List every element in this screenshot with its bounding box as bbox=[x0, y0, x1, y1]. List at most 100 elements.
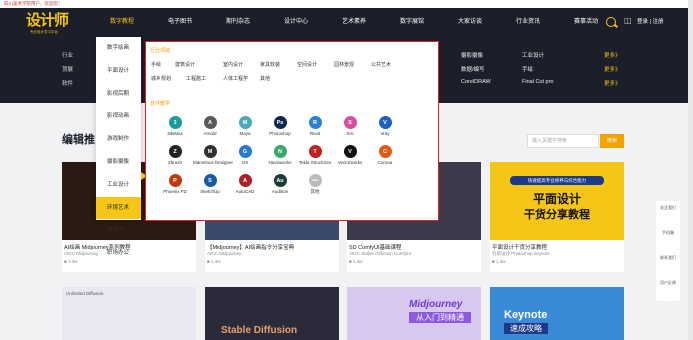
course-thumbnail[interactable]: Midjourney 从入门到精通 bbox=[347, 287, 481, 340]
menu-item-game-dev[interactable]: 游戏制作 bbox=[96, 128, 141, 151]
software-name: Maya bbox=[239, 131, 251, 136]
course-card[interactable]: 快速提高专业修养与综合能力 平面设计 干货分享教程 平面设计干货分享教程 包装设… bbox=[490, 162, 624, 272]
software-name: Revit bbox=[309, 131, 321, 136]
software-item[interactable]: S SAI bbox=[333, 116, 367, 136]
software-item[interactable]: R Revit bbox=[298, 116, 332, 136]
vray-icon: V bbox=[378, 116, 392, 129]
bell-icon[interactable]: ◫ bbox=[624, 16, 634, 27]
software-item[interactable]: V Vray bbox=[368, 116, 402, 136]
category-link[interactable]: 摄影摄像 bbox=[461, 51, 522, 65]
course-thumbnail[interactable]: Unlimited Diffusion bbox=[62, 287, 196, 340]
mobile-button[interactable]: 手机端 bbox=[656, 226, 680, 251]
nav-ebooks[interactable]: 电子图书 bbox=[151, 8, 209, 37]
course-thumbnail[interactable]: Keynote 速成攻略 bbox=[490, 287, 624, 340]
menu-item-photography[interactable]: 摄影摄像 bbox=[96, 151, 141, 174]
software-name: Marvelous Designer bbox=[193, 160, 234, 165]
category-link[interactable]: 数据/编写 bbox=[461, 65, 522, 79]
login-register-link[interactable]: 登录 | 注册 bbox=[637, 16, 664, 28]
keyword-link[interactable]: 手绘 bbox=[151, 61, 161, 68]
keyword-link[interactable]: 其他 bbox=[260, 75, 270, 82]
software-name: Navisworks bbox=[268, 160, 292, 165]
keyword-link[interactable]: 家具软装 bbox=[260, 61, 280, 68]
photoshop-icon: Ps bbox=[273, 116, 287, 129]
software-item[interactable]: M Maya bbox=[228, 116, 262, 136]
software-name: Vectorworks bbox=[337, 160, 363, 165]
software-item[interactable]: N Navisworks bbox=[263, 145, 297, 165]
course-thumbnail[interactable]: Stable Diffusion bbox=[205, 287, 339, 340]
software-name: Tekla Structures bbox=[298, 160, 332, 165]
software-section-title: 软件教学 bbox=[150, 101, 171, 107]
thumbnail-subtitle: 干货分享教程 bbox=[524, 209, 590, 221]
software-item[interactable]: T Tekla Structures bbox=[298, 145, 332, 165]
thumbnail-label: Midjourney bbox=[409, 299, 463, 310]
site-logo-subtitle: 专业设计学习平台 bbox=[30, 30, 58, 34]
software-name: Audition bbox=[271, 189, 289, 194]
software-item[interactable]: V Vectorworks bbox=[333, 145, 367, 165]
more-link[interactable]: 更多》 bbox=[604, 51, 621, 65]
software-item[interactable]: P Phoenix FD bbox=[158, 174, 192, 194]
keyword-link[interactable]: 室内设计 bbox=[223, 61, 243, 68]
software-item[interactable]: Ps Photoshop bbox=[263, 116, 297, 136]
menu-item-industrial-design[interactable]: 工业设计 bbox=[96, 174, 141, 197]
category-link[interactable]: CorelDRAW bbox=[461, 79, 522, 93]
menu-item-graphic-design[interactable]: 平面设计 bbox=[96, 60, 141, 83]
software-item[interactable]: A Arnold bbox=[193, 116, 227, 136]
category-link[interactable]: 手绘 bbox=[522, 65, 604, 79]
category-link[interactable]: Final Cut pro bbox=[522, 79, 604, 93]
software-item[interactable]: ••• 其他 bbox=[298, 174, 332, 194]
menu-item-environment-art[interactable]: 环境艺术 bbox=[96, 196, 141, 220]
software-item[interactable]: A AutoCAD bbox=[228, 174, 262, 194]
software-item[interactable]: Z Zbrush bbox=[158, 145, 192, 165]
page-scrollbar[interactable] bbox=[688, 0, 693, 340]
category-label[interactable]: 顶展 bbox=[62, 65, 73, 79]
menu-item-ui-design[interactable]: UI设计 bbox=[96, 219, 141, 242]
keyword-link[interactable]: 城乡规划 bbox=[151, 75, 171, 82]
site-logo[interactable]: 设计师 bbox=[26, 12, 69, 30]
menu-item-digital-painting[interactable]: 数字绘画 bbox=[96, 37, 141, 60]
follow-us-button[interactable]: 关注我们 bbox=[656, 201, 680, 226]
category-label[interactable]: 软件 bbox=[62, 79, 73, 93]
nav-digital-tutorials[interactable]: 数字教程 bbox=[93, 8, 151, 37]
search-button[interactable]: 搜索 bbox=[600, 134, 624, 148]
tutorial-category-menu: 数字绘画 平面设计 影视后期 影视动画 游戏制作 摄影摄像 工业设计 环境艺术 … bbox=[96, 37, 147, 256]
nav-journals[interactable]: 期刊杂志 bbox=[209, 8, 267, 37]
software-item[interactable]: M Marvelous Designer bbox=[193, 145, 234, 165]
software-item[interactable]: C Corona bbox=[368, 145, 402, 165]
software-item[interactable]: S SketchUp bbox=[193, 174, 227, 194]
nav-design-center[interactable]: 设计中心 bbox=[267, 8, 325, 37]
feedback-button[interactable]: 用户反馈 bbox=[656, 276, 680, 301]
keyword-link[interactable]: 人体工程学 bbox=[223, 75, 248, 82]
keyword-link[interactable]: 工程施工 bbox=[186, 75, 206, 82]
keyword-link[interactable]: 空间设计 bbox=[297, 61, 317, 68]
main-nav: 数字教程 电子图书 期刊杂志 设计中心 艺术素养 数字展馆 大家访谈 行业资讯 … bbox=[93, 8, 615, 37]
nav-interviews[interactable]: 大家访谈 bbox=[441, 8, 499, 37]
search-icon[interactable] bbox=[606, 17, 616, 27]
thumbnail-title: 平面设计 bbox=[532, 192, 581, 206]
software-item[interactable]: G GS bbox=[228, 145, 262, 165]
keyword-link[interactable]: 公共艺术 bbox=[371, 61, 391, 68]
category-right-list: 摄影摄像 工业设计 更多》 数据/编写 手绘 更多》 CorelDRAW Final Cu… bbox=[461, 51, 621, 93]
contact-us-button[interactable]: 联系我们 bbox=[656, 251, 680, 276]
more-link[interactable]: 更多》 bbox=[604, 65, 621, 79]
software-item[interactable]: 3 3dsMax bbox=[158, 116, 192, 136]
thumbnail-sublabel: 速成攻略 bbox=[504, 323, 548, 334]
category-left-list: 行业 顶展 软件 bbox=[62, 51, 73, 93]
keyword-link[interactable]: 建筑设计 bbox=[175, 61, 195, 68]
navisworks-icon: N bbox=[273, 145, 287, 158]
category-link[interactable]: 工业设计 bbox=[522, 51, 604, 65]
nav-industry-news[interactable]: 行业资讯 bbox=[499, 8, 557, 37]
menu-item-animation[interactable]: 影视动画 bbox=[96, 105, 141, 128]
software-item[interactable]: Au Audition bbox=[263, 174, 297, 194]
keyword-link[interactable]: 园林景观 bbox=[334, 61, 354, 68]
software-name: Zbrush bbox=[167, 160, 182, 165]
course-author: AIGC Midjourney bbox=[207, 251, 242, 256]
more-link[interactable]: 更多》 bbox=[604, 79, 621, 93]
software-name: 3dsMax bbox=[167, 131, 183, 136]
nav-digital-gallery[interactable]: 数字展馆 bbox=[383, 8, 441, 37]
sketchup-icon: S bbox=[203, 174, 217, 187]
nav-art-literacy[interactable]: 艺术素养 bbox=[325, 8, 383, 37]
keyword-search-input[interactable]: 输入关键字搜索 bbox=[527, 134, 599, 148]
menu-item-office[interactable]: 职场办公 bbox=[96, 242, 141, 265]
menu-item-post-production[interactable]: 影视后期 bbox=[96, 83, 141, 106]
category-label[interactable]: 行业 bbox=[62, 51, 73, 65]
